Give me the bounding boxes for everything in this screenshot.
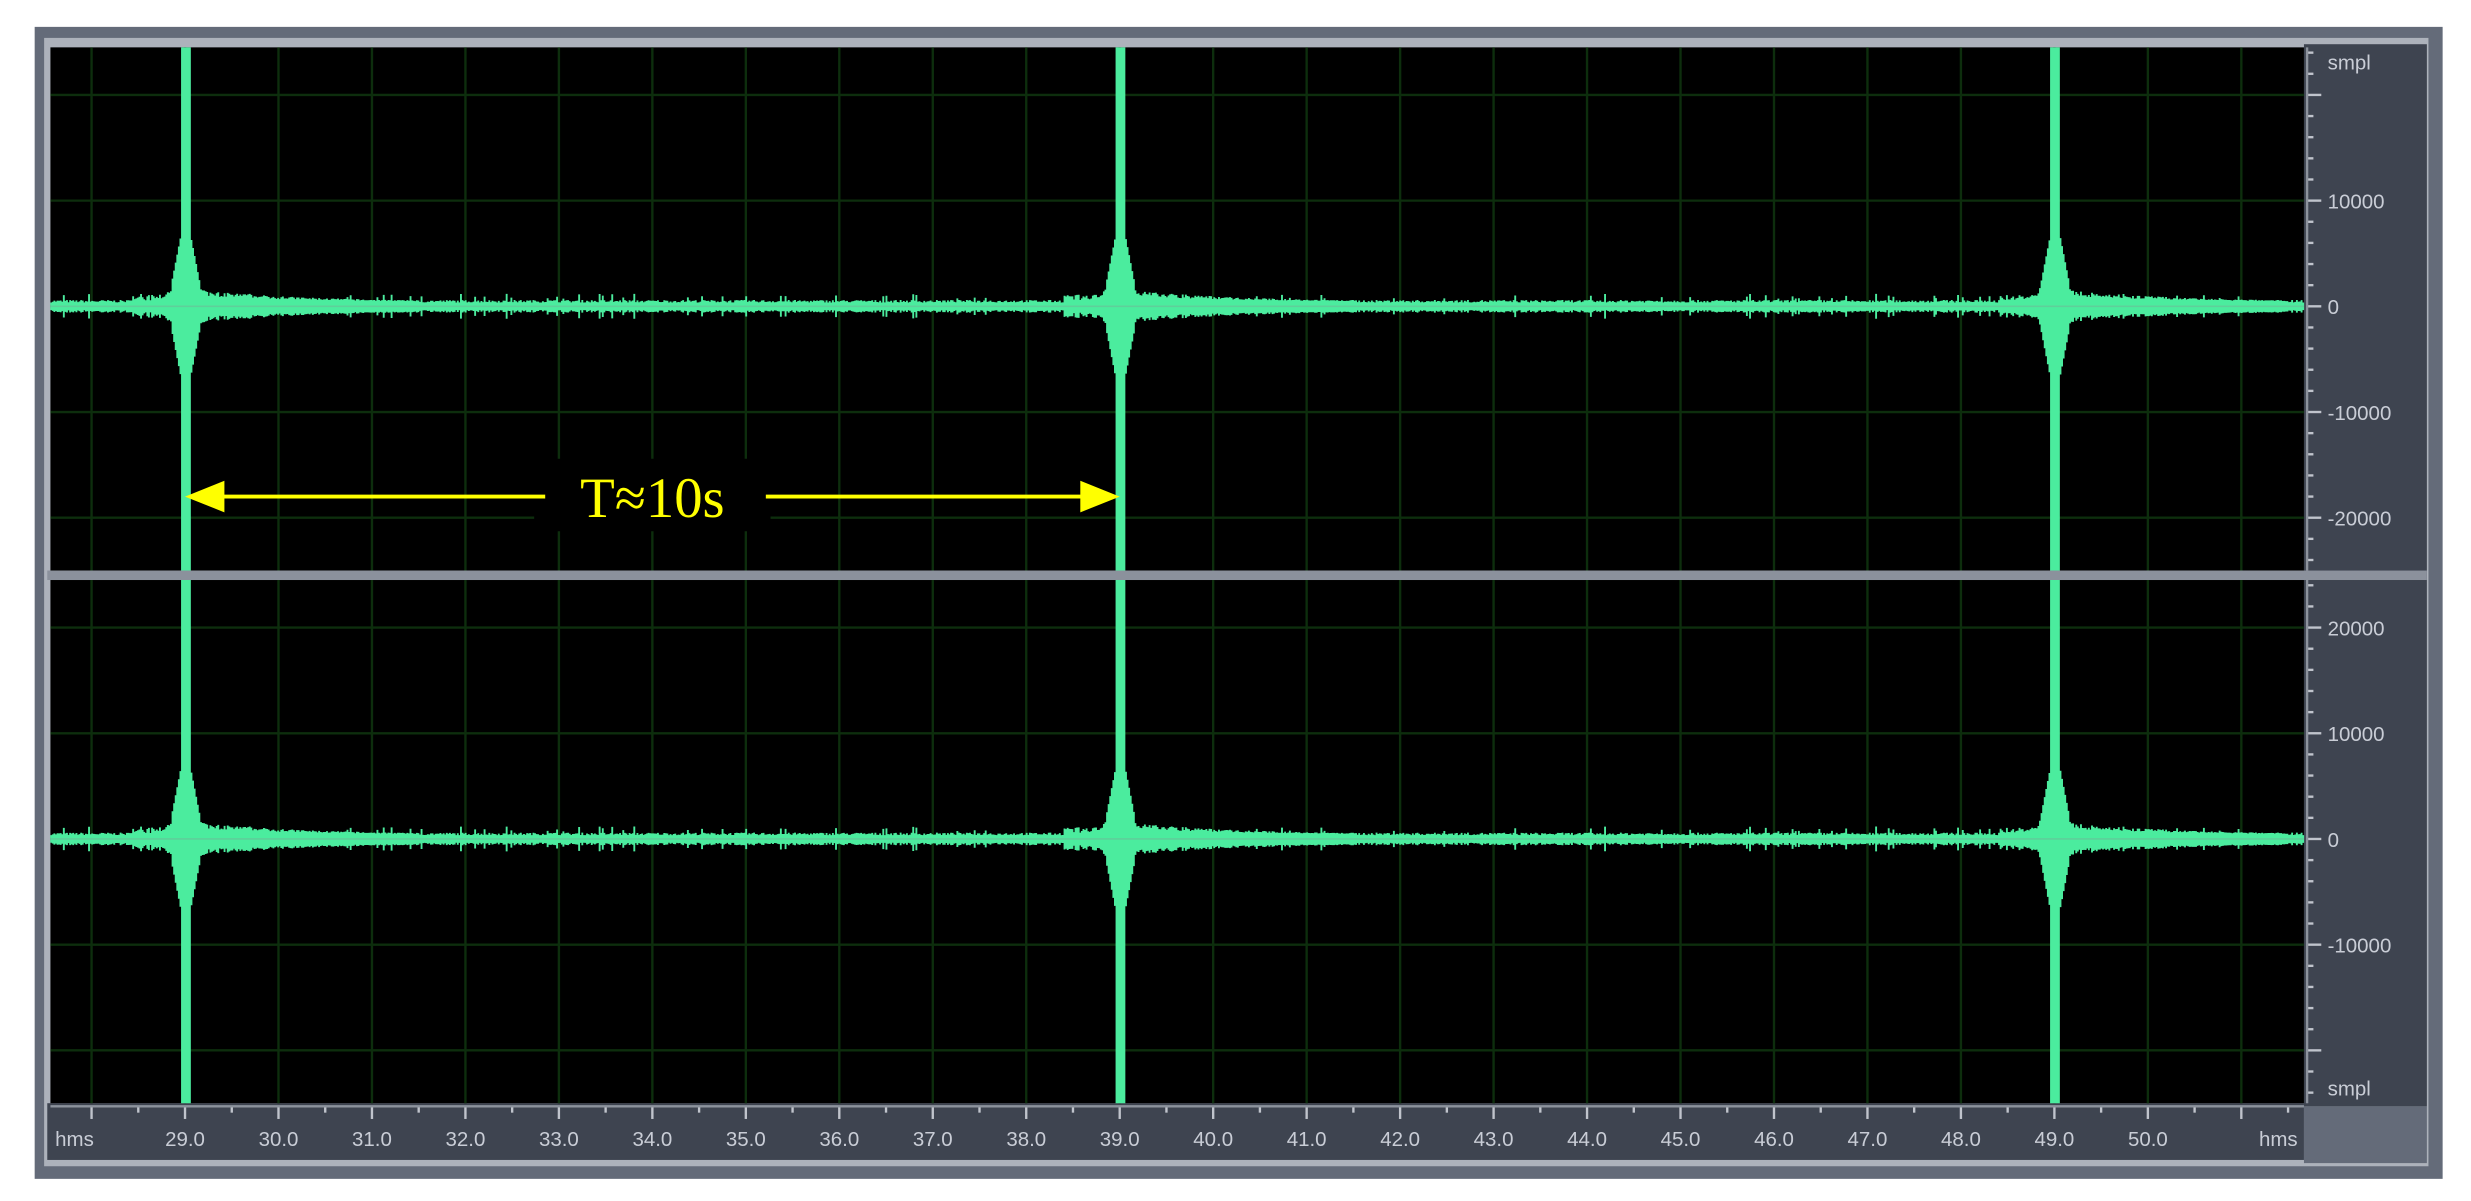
time-tick-label: 33.0 bbox=[539, 1128, 579, 1151]
time-tick-label: 35.0 bbox=[726, 1128, 766, 1151]
amplitude-tick-label: -10000 bbox=[2328, 402, 2392, 425]
ruler-corner bbox=[2304, 1106, 2427, 1163]
time-tick-label: 46.0 bbox=[1754, 1128, 1794, 1151]
amplitude-tick-label: -10000 bbox=[2328, 935, 2392, 958]
time-tick-label: 37.0 bbox=[913, 1128, 953, 1151]
waveform-editor: 29.0 30.0 31.0 32.0 33.0 34.0 35.0 36.0 37.0 38.0… bbox=[0, 0, 2471, 1201]
channel-divider[interactable] bbox=[47, 571, 2427, 580]
time-tick-label: 43.0 bbox=[1474, 1128, 1514, 1151]
time-tick-label: 39.0 bbox=[1100, 1128, 1140, 1151]
amplitude-unit-label-bottom: smpl bbox=[2328, 1077, 2371, 1100]
time-tick-label: 30.0 bbox=[259, 1128, 299, 1151]
time-tick-label: 29.0 bbox=[165, 1128, 205, 1151]
amplitude-tick-label: 20000 bbox=[2328, 617, 2385, 640]
time-tick-label: 36.0 bbox=[819, 1128, 859, 1151]
time-tick-label: 32.0 bbox=[446, 1128, 486, 1151]
time-tick-label: 38.0 bbox=[1006, 1128, 1046, 1151]
amplitude-tick-label: 10000 bbox=[2328, 191, 2385, 214]
amplitude-tick-label: 0 bbox=[2328, 829, 2339, 852]
time-tick-label: 31.0 bbox=[352, 1128, 392, 1151]
time-tick-label: 49.0 bbox=[2034, 1128, 2074, 1151]
amplitude-tick-label: 10000 bbox=[2328, 723, 2385, 746]
amplitude-tick-label: -20000 bbox=[2328, 508, 2392, 531]
time-tick-label: 48.0 bbox=[1941, 1128, 1981, 1151]
time-tick-label: 34.0 bbox=[632, 1128, 672, 1151]
time-tick-label: 41.0 bbox=[1287, 1128, 1327, 1151]
time-tick-label: 40.0 bbox=[1193, 1128, 1233, 1151]
time-tick-label: 42.0 bbox=[1380, 1128, 1420, 1151]
amplitude-tick-label: 0 bbox=[2328, 296, 2339, 319]
period-label: T≈10s bbox=[580, 467, 725, 530]
time-unit-label-right: hms bbox=[2259, 1128, 2298, 1151]
time-tick-label: 45.0 bbox=[1661, 1128, 1701, 1151]
time-unit-label-left: hms bbox=[55, 1128, 94, 1151]
time-tick-label: 47.0 bbox=[1848, 1128, 1888, 1151]
amplitude-unit-label-top: smpl bbox=[2328, 51, 2371, 74]
time-tick-label: 50.0 bbox=[2128, 1128, 2168, 1151]
time-tick-label: 44.0 bbox=[1567, 1128, 1607, 1151]
